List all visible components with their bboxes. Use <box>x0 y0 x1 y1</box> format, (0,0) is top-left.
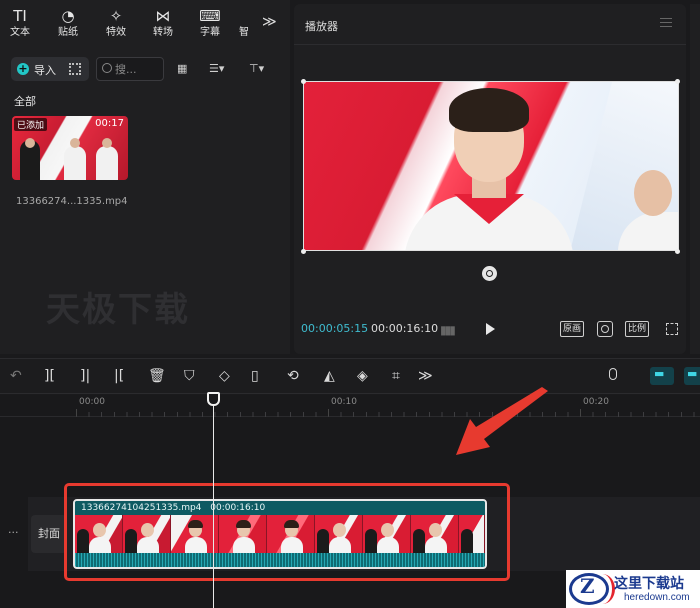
sticker-tool-label: 贴纸 <box>58 27 78 38</box>
subtitle-tool-button[interactable]: ⌨ 字幕 <box>192 6 228 39</box>
split-right-icon[interactable]: |[ <box>114 368 124 384</box>
original-quality-button[interactable]: 原画 <box>560 321 585 337</box>
resize-handle[interactable] <box>675 249 680 254</box>
smart-icon <box>226 6 262 26</box>
effects-tool-label: 特效 <box>106 27 126 38</box>
menu-icon[interactable] <box>660 18 672 27</box>
annotation-highlight-box <box>64 483 510 581</box>
player-title: 播放器 <box>305 20 338 33</box>
ruler-label: 00:10 <box>331 397 357 407</box>
logo-name: 这里下载站 <box>614 576 684 592</box>
ruler-major-tick <box>328 409 329 416</box>
thumb-figure <box>64 146 86 180</box>
site-logo: Z 这里下载站 heredown.com <box>566 570 700 608</box>
side-panel-edge <box>690 4 700 354</box>
grid-icon[interactable]: ▮▮▮ <box>440 323 456 337</box>
logo-letter: Z <box>580 574 595 598</box>
reverse-icon[interactable]: ⟲ <box>287 368 299 384</box>
annotation-arrow-icon <box>456 387 548 455</box>
search-icon <box>102 63 112 73</box>
media-panel: + 导入 ▦ ☰▾ ⊤▾ 全部 已添加 00:17 13366274...133… <box>0 46 290 354</box>
subtitle-tool-label: 字幕 <box>200 27 220 38</box>
freeze-icon[interactable]: ▯ <box>251 368 259 384</box>
focus-icon[interactable] <box>597 321 613 337</box>
search-input[interactable] <box>115 61 161 77</box>
logo-domain: heredown.com <box>624 592 690 603</box>
resize-handle[interactable] <box>301 249 306 254</box>
rotate-clip-icon[interactable]: ◈ <box>357 368 368 384</box>
ruler-label: 00:00 <box>79 397 105 407</box>
crop-icon[interactable]: ⌗ <box>392 368 400 384</box>
thumb-head <box>25 138 35 148</box>
microphone-icon[interactable] <box>609 368 617 380</box>
ruler-ticks <box>76 412 696 417</box>
marker-icon[interactable]: ◇ <box>219 368 230 384</box>
total-timecode: 00:00:16:10 <box>371 322 439 335</box>
import-button[interactable]: + 导入 <box>11 57 89 81</box>
smart-tool-label: 智 <box>239 27 249 38</box>
track-menu-icon[interactable]: ··· <box>8 526 19 539</box>
player-panel: 播放器 00:00:05:15 00:00:16:10 ▮▮▮ 原画 比例 <box>294 4 686 354</box>
search-field[interactable] <box>96 57 164 81</box>
more-tools-icon[interactable]: ≫ <box>262 14 277 30</box>
clip-filename: 13366274...1335.mp4 <box>16 196 128 207</box>
filter-icon[interactable]: ⊤▾ <box>249 62 264 75</box>
transition-tool-label: 转场 <box>153 27 173 38</box>
undo-icon[interactable]: ↶ <box>10 368 22 384</box>
resize-handle[interactable] <box>301 79 306 84</box>
playhead-handle[interactable] <box>207 392 220 406</box>
ruler-major-tick <box>580 409 581 416</box>
clip-duration: 00:17 <box>95 118 124 129</box>
plus-icon: + <box>17 62 29 75</box>
time-ruler[interactable]: 00:00 00:10 00:20 <box>0 395 700 417</box>
timeline-toolbar: ↶ ][ ]| |[ 🗑 ⛉ ◇ ▯ ⟲ ◭ ◈ ⌗ ≫ <box>0 358 700 394</box>
resize-handle[interactable] <box>675 79 680 84</box>
link-icon[interactable] <box>684 367 700 385</box>
divider <box>294 44 686 45</box>
transition-tool-button[interactable]: ⋈ 转场 <box>145 6 181 39</box>
preview-hair <box>449 88 529 132</box>
sort-icon[interactable]: ☰▾ <box>209 62 224 75</box>
rotate-icon[interactable] <box>482 266 497 281</box>
video-preview[interactable] <box>303 81 679 251</box>
preview-person-side-head <box>634 170 672 216</box>
grid-view-icon[interactable]: ▦ <box>177 62 187 75</box>
ruler-major-tick <box>76 409 77 416</box>
delete-icon[interactable]: 🗑 <box>148 368 166 384</box>
more-edit-icon[interactable]: ≫ <box>418 368 433 384</box>
transition-icon: ⋈ <box>155 7 171 25</box>
all-filter-label[interactable]: 全部 <box>14 93 36 109</box>
text-icon: TI <box>13 7 27 25</box>
fullscreen-icon[interactable] <box>666 323 678 335</box>
text-tool-button[interactable]: TI 文本 <box>2 6 38 39</box>
aspect-ratio-button[interactable]: 比例 <box>625 321 650 337</box>
split-left-icon[interactable]: ]| <box>80 368 90 384</box>
smart-tool-button[interactable]: 智 <box>226 6 262 39</box>
subtitle-icon: ⌨ <box>199 7 221 25</box>
sticker-icon: ◔ <box>61 7 75 25</box>
current-timecode: 00:00:05:15 <box>301 322 369 335</box>
cover-button[interactable]: 封面 <box>31 515 67 553</box>
ruler-label: 00:20 <box>583 397 609 407</box>
thumb-head <box>102 138 112 148</box>
mirror-icon[interactable]: ◭ <box>324 368 335 384</box>
qr-code-icon[interactable] <box>69 63 81 75</box>
effects-tool-button[interactable]: ✧ 特效 <box>98 6 134 39</box>
marker-add-icon[interactable]: ⛉ <box>184 368 195 384</box>
added-badge: 已添加 <box>14 118 48 131</box>
playhead[interactable] <box>213 395 214 608</box>
material-toolbar: TI 文本 ◔ 贴纸 ✧ 特效 ⋈ 转场 ⌨ 字幕 智 ≫ <box>0 0 290 46</box>
import-label: 导入 <box>34 64 56 77</box>
watermark-text: 天极下载 <box>46 290 190 330</box>
thumb-figure <box>96 146 118 180</box>
sticker-tool-button[interactable]: ◔ 贴纸 <box>50 6 86 39</box>
text-tool-label: 文本 <box>10 27 30 38</box>
split-icon[interactable]: ][ <box>44 368 55 384</box>
main-track-magnet-icon[interactable] <box>650 367 674 385</box>
media-clip-thumbnail[interactable]: 已添加 00:17 <box>12 116 128 180</box>
effects-icon: ✧ <box>109 7 123 25</box>
thumb-head <box>70 138 80 148</box>
play-icon[interactable] <box>486 323 495 335</box>
